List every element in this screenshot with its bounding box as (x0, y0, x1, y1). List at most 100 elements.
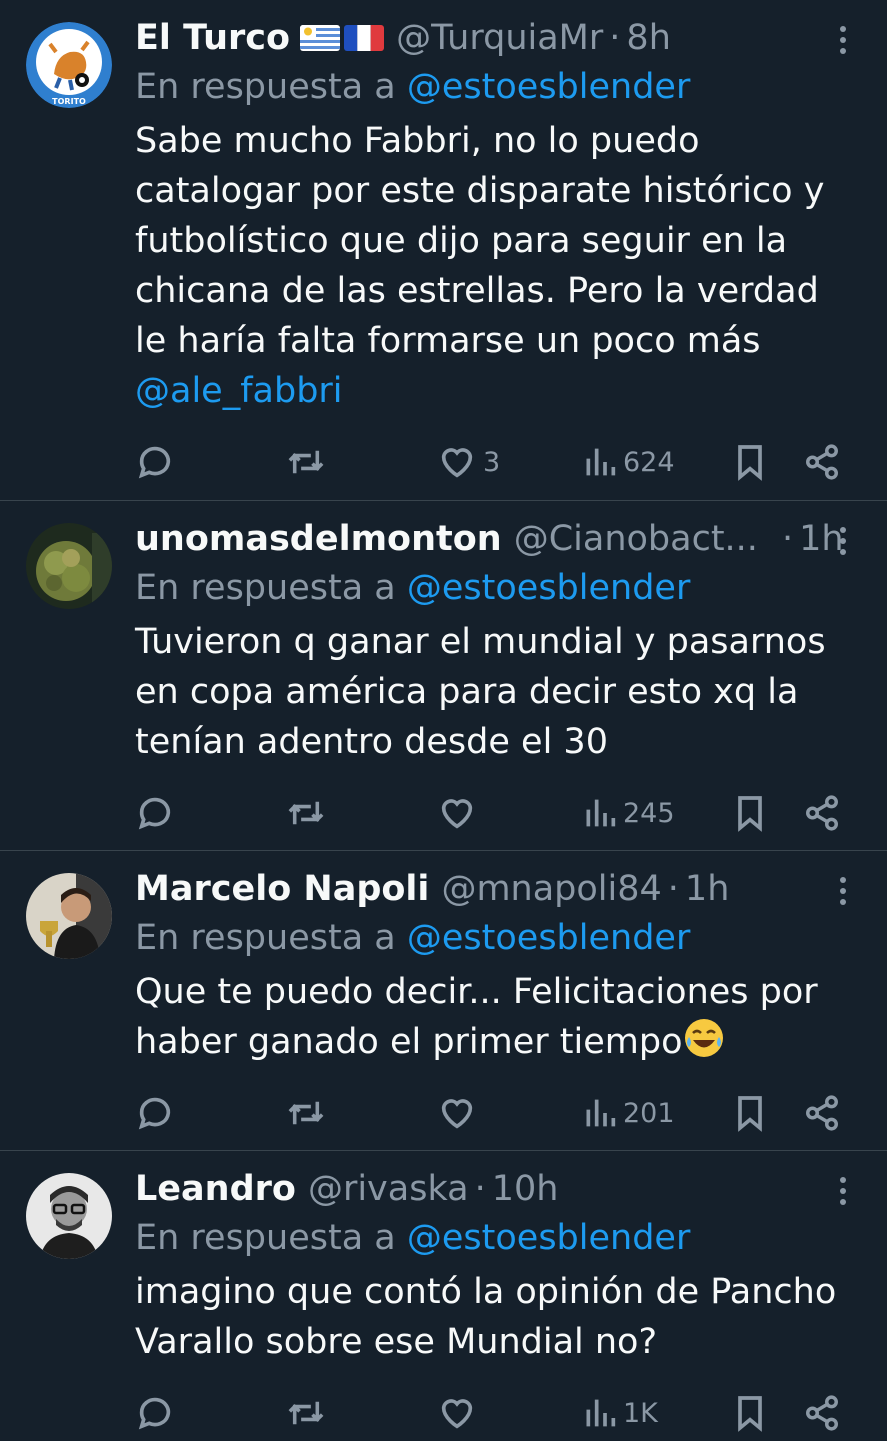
retweet-button[interactable] (285, 1093, 327, 1133)
reply-button[interactable] (135, 1393, 175, 1433)
retweet-icon (288, 450, 324, 474)
share-icon (806, 795, 838, 831)
reply-prefix: En respuesta a (135, 67, 396, 107)
bookmark-button[interactable] (733, 793, 767, 833)
tweet[interactable]: unomasdelmonton @Cianobact... · 1h En re… (0, 501, 887, 851)
timestamp[interactable]: 10h (492, 1165, 559, 1213)
bookmark-button[interactable] (733, 442, 767, 482)
flag-emojis (300, 25, 385, 51)
view-count: 201 (623, 1097, 675, 1129)
views-button[interactable]: 201 (583, 1093, 675, 1133)
reply-icon (138, 1397, 171, 1430)
views-chart-icon (586, 1099, 616, 1127)
uruguay-flag-icon (300, 25, 341, 51)
views-button[interactable]: 245 (583, 793, 675, 833)
avatar-image (26, 523, 112, 609)
user-handle[interactable]: @TurquiaMr (396, 14, 603, 62)
user-handle[interactable]: @rivaska (308, 1165, 469, 1213)
avatar[interactable] (26, 523, 112, 609)
share-button[interactable] (803, 1393, 841, 1433)
view-count: 245 (623, 797, 675, 829)
bookmark-button[interactable] (733, 1093, 767, 1133)
avatar[interactable] (26, 1173, 112, 1259)
heart-icon (441, 799, 473, 829)
display-name[interactable]: El Turco (135, 14, 290, 62)
display-name[interactable]: Leandro (135, 1165, 296, 1213)
display-name[interactable]: Marcelo Napoli (135, 865, 429, 913)
share-icon (806, 1395, 838, 1431)
timestamp[interactable]: 1h (685, 865, 729, 913)
separator-dot: · (609, 18, 621, 58)
tweet-text-content: Sabe mucho Fabbri, no lo puedo catalogar… (135, 121, 825, 361)
avatar[interactable]: TORITO (26, 22, 112, 108)
tweet-actions: 3 624 (135, 420, 857, 510)
tweet[interactable]: Marcelo Napoli @mnapoli84 · 1h En respue… (0, 851, 887, 1151)
avatar-image (26, 1173, 112, 1259)
more-options-icon[interactable] (829, 527, 857, 555)
share-button[interactable] (803, 1093, 841, 1133)
reply-context: En respuesta a @estoesblender (135, 1213, 857, 1263)
timestamp[interactable]: 8h (626, 14, 670, 62)
like-button[interactable] (437, 1393, 483, 1433)
reply-icon (138, 1097, 171, 1130)
tweet-text: Que te puedo decir... Felicitaciones por… (135, 967, 857, 1067)
like-button[interactable] (437, 793, 483, 833)
retweet-icon (288, 801, 324, 825)
like-button[interactable]: 3 (437, 442, 500, 482)
more-options-icon[interactable] (829, 26, 857, 54)
separator-dot: · (474, 1169, 486, 1209)
reply-feed: TORITO El Turco @TurquiaMr · 8h En respu… (0, 0, 887, 1441)
tweet[interactable]: Leandro @rivaska · 10h En respuesta a @e… (0, 1151, 887, 1441)
retweet-button[interactable] (285, 1393, 327, 1433)
tweet-text: Tuvieron q ganar el mundial y pasarnos e… (135, 622, 826, 762)
more-options-icon[interactable] (829, 877, 857, 905)
reply-context: En respuesta a @estoesblender (135, 563, 857, 613)
retweet-button[interactable] (285, 793, 327, 833)
heart-icon (441, 1399, 473, 1429)
user-handle[interactable]: @mnapoli84 (441, 865, 661, 913)
views-chart-icon (586, 799, 616, 827)
avatar[interactable] (26, 873, 112, 959)
view-count: 624 (623, 446, 675, 478)
mention-link[interactable]: @ale_fabbri (135, 366, 857, 416)
reply-to-link[interactable]: @estoesblender (407, 568, 690, 608)
share-button[interactable] (803, 442, 841, 482)
separator-dot: · (781, 519, 794, 559)
bookmark-button[interactable] (733, 1393, 767, 1433)
share-button[interactable] (803, 793, 841, 833)
user-handle[interactable]: @Cianobact... (514, 515, 758, 563)
bookmark-icon (738, 1096, 762, 1132)
like-button[interactable] (437, 1093, 483, 1133)
view-count: 1K (623, 1397, 658, 1429)
reply-context: En respuesta a @estoesblender (135, 913, 857, 963)
reply-icon (138, 797, 171, 830)
reply-prefix: En respuesta a (135, 918, 396, 958)
svg-text:TORITO: TORITO (52, 97, 86, 106)
reply-button[interactable] (135, 793, 175, 833)
like-count: 3 (483, 446, 501, 478)
bookmark-icon (738, 796, 762, 832)
tweet-actions: 201 (135, 1071, 857, 1161)
reply-prefix: En respuesta a (135, 1218, 396, 1258)
display-name[interactable]: unomasdelmonton (135, 515, 502, 563)
more-options-icon[interactable] (829, 1177, 857, 1205)
reply-to-link[interactable]: @estoesblender (407, 1218, 690, 1258)
reply-prefix: En respuesta a (135, 568, 396, 608)
bookmark-icon (738, 1396, 762, 1432)
separator-dot: · (667, 869, 679, 909)
retweet-icon (288, 1101, 324, 1125)
reply-button[interactable] (135, 442, 175, 482)
retweet-button[interactable] (285, 442, 327, 482)
reply-to-link[interactable]: @estoesblender (407, 67, 690, 107)
reply-button[interactable] (135, 1093, 175, 1133)
laughing-tears-emoji-icon (684, 1019, 723, 1057)
tweet[interactable]: TORITO El Turco @TurquiaMr · 8h En respu… (0, 0, 887, 501)
heart-icon (441, 448, 473, 478)
views-button[interactable]: 624 (583, 442, 675, 482)
views-button[interactable]: 1K (583, 1393, 658, 1433)
views-chart-icon (586, 1399, 616, 1427)
share-icon (806, 1095, 838, 1131)
torito-logo-icon: TORITO (26, 22, 112, 108)
reply-to-link[interactable]: @estoesblender (407, 918, 690, 958)
tweet-text: imagino que contó la opinión de Pancho V… (135, 1272, 837, 1362)
